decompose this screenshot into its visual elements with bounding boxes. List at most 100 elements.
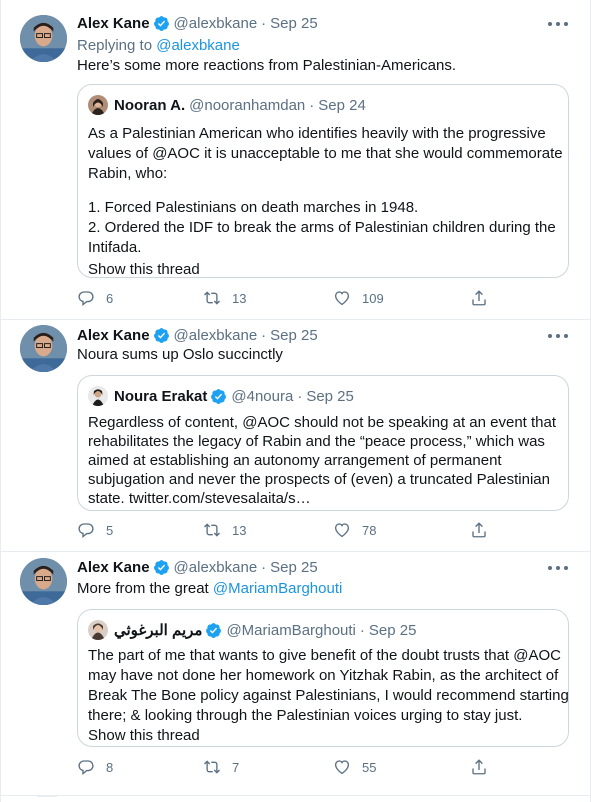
quoted-text-line: may have not done her homework on Yitzha… [88,667,559,684]
tweet-actions: 5 13 78 [77,521,497,541]
heart-icon [334,291,350,306]
quoted-text-line: Regardless of content, @AOC should not b… [88,414,557,431]
quoted-avatar [88,386,108,406]
quoted-text-line: aimed at establishing an autonomy arrang… [88,452,502,469]
reply-button[interactable]: 6 [77,289,113,307]
avatar-photo [20,325,67,372]
tweet-actions: 8 7 55 [77,758,497,778]
separator-dot: · [297,387,303,405]
avatar-photo [20,558,67,605]
avatar[interactable] [20,558,67,605]
like-button[interactable]: 55 [333,758,376,776]
retweet-icon [204,523,220,537]
reply-count: 8 [106,759,114,775]
quoted-text-line: As a Palestinian American who identifies… [88,125,546,142]
quoted-text-line: Intifada. [88,239,142,256]
quoted-tweet[interactable]: Nooran A. @nooranhamdan · Sep 24 As a Pa… [77,84,569,278]
tweet-date[interactable]: Sep 25 [270,15,318,32]
like-count: 55 [362,759,377,775]
show-thread-link[interactable]: Show this thread [88,726,200,746]
quoted-text-line: values of @AOC it is unacceptable to me … [88,145,563,162]
author-name[interactable]: Alex Kane [77,559,150,576]
like-count: 109 [362,290,384,306]
reply-button[interactable]: 8 [77,758,113,776]
quoted-text-line: Rabin, who: [88,165,168,182]
tweet-header: Alex Kane @alexbkane · Sep 25 [77,325,318,345]
quoted-date: Sep 25 [306,387,354,405]
avatar[interactable] [20,15,67,62]
avatar-photo [20,15,67,62]
tweet-text: More from the great @MariamBarghouti [77,579,342,599]
verified-badge-icon [153,559,169,575]
reply-button[interactable]: 5 [77,521,113,539]
quoted-date: Sep 24 [318,96,366,114]
retweet-count: 13 [232,290,247,306]
quoted-text-line: The part of me that wants to give benefi… [88,647,561,664]
reply-count: 6 [106,290,114,306]
author-handle[interactable]: @alexbkane [174,327,258,344]
show-thread-link[interactable]: Show this thread [88,260,200,280]
retweet-icon [204,291,220,305]
reply-prefix: Replying to [77,37,157,54]
tweet-date[interactable]: Sep 25 [270,327,318,344]
like-button[interactable]: 109 [333,289,384,307]
quoted-text-line: there; & looking through the Palestinian… [88,707,523,724]
quoted-header: مريم البرغوثي @MariamBarghouti · Sep 25 [88,619,416,641]
quoted-header: Noura Erakat @4noura · Sep 25 [88,385,354,407]
author-name[interactable]: Alex Kane [77,15,150,32]
tweet-header: Alex Kane @alexbkane · Sep 25 [77,13,318,33]
reply-mention[interactable]: @alexbkane [156,37,240,54]
quoted-text-line: 2. Ordered the IDF to break the arms of … [88,219,556,236]
separator-dot: · [309,96,315,114]
quoted-author-name: Noura Erakat [114,387,208,405]
like-count: 78 [362,522,377,538]
retweet-button[interactable]: 7 [203,758,239,776]
share-icon [472,290,486,306]
tweet-feed: Alex Kane @alexbkane · Sep 25 Replying t… [0,0,591,802]
author-handle[interactable]: @alexbkane [174,559,258,576]
retweet-button[interactable]: 13 [203,521,246,539]
quoted-text-line: 1. Forced Palestinians on death marches … [88,199,419,216]
separator-dot: · [261,558,267,576]
avatar[interactable] [20,325,67,372]
share-button[interactable] [470,521,499,539]
separator-dot: · [261,326,267,344]
share-button[interactable] [470,289,499,307]
share-icon [472,522,486,538]
more-icon[interactable] [548,18,568,30]
quoted-text-line: state. twitter.com/stevesalaita/s… [88,490,311,507]
retweet-button[interactable]: 13 [203,289,246,307]
retweet-count: 13 [232,522,247,538]
heart-icon [334,523,350,538]
next-tweet-edge [37,796,57,802]
share-button[interactable] [470,758,499,776]
like-button[interactable]: 78 [333,521,376,539]
reply-icon [78,523,94,539]
tweet-text: Noura sums up Oslo succinctly [77,346,283,363]
quoted-avatar [88,620,108,640]
author-handle[interactable]: @alexbkane [174,15,258,32]
quoted-author-handle: @4noura [231,387,294,405]
quoted-date: Sep 25 [368,621,417,639]
quoted-tweet[interactable]: مريم البرغوثي @MariamBarghouti · Sep 25 … [77,609,569,747]
tweet[interactable]: Alex Kane @alexbkane · Sep 25 More from … [1,552,590,796]
separator-dot: · [261,14,267,32]
reply-context: Replying to @alexbkane [77,36,240,56]
quoted-author-name: مريم البرغوثي [114,622,203,639]
tweet-date[interactable]: Sep 25 [270,559,318,576]
tweet[interactable]: Alex Kane @alexbkane · Sep 25 Replying t… [1,0,590,320]
quoted-text-line: rehabilitates the legacy of Rabin and th… [88,433,545,450]
quoted-tweet[interactable]: Noura Erakat @4noura · Sep 25 Regardless… [77,375,569,511]
author-name[interactable]: Alex Kane [77,327,150,344]
tweet-mention[interactable]: @MariamBarghouti [213,580,342,597]
verified-badge-icon [153,15,169,31]
tweet[interactable]: Alex Kane @alexbkane · Sep 25 Noura sums… [1,320,590,552]
more-icon[interactable] [548,562,568,574]
tweet-text-prefix: More from the great [77,580,213,597]
quoted-avatar [88,95,108,115]
more-icon[interactable] [548,330,568,342]
verified-badge-icon [153,327,169,343]
verified-badge-icon [211,388,227,404]
retweet-icon [204,760,220,774]
heart-icon [334,760,350,775]
